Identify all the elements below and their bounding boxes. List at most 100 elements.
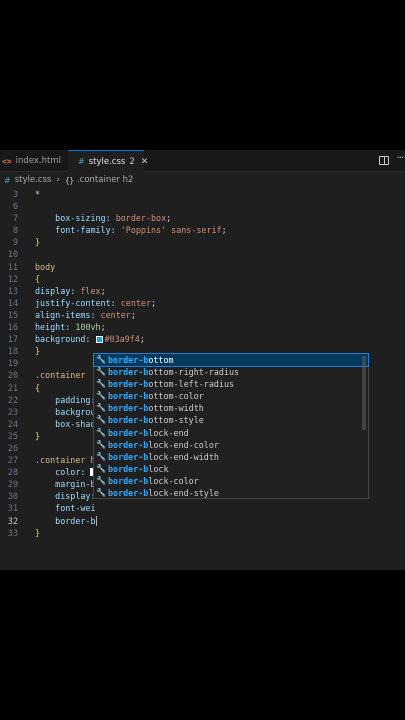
code-editor: <> index.html # style.css 2 ✕ ··· # styl… xyxy=(0,150,405,570)
suggestion-item[interactable]: 🔧 border-block-end xyxy=(94,427,368,439)
line-number: 10 xyxy=(7,249,18,260)
code-line: 16 height: 100vh; xyxy=(0,321,405,333)
property-icon: 🔧 xyxy=(96,439,106,449)
property-icon: 🔧 xyxy=(96,463,106,473)
line-number: 17 xyxy=(7,334,18,345)
css-value: center xyxy=(100,309,131,320)
property-icon: 🔧 xyxy=(96,391,106,401)
css-property: margin-b xyxy=(55,479,96,490)
line-number: 6 xyxy=(12,201,18,212)
split-editor-icon[interactable] xyxy=(379,156,389,165)
code-line: 13 display: flex; xyxy=(0,285,405,297)
line-number: 9 xyxy=(12,237,18,248)
css-value: 100vh xyxy=(75,322,101,333)
property-icon: 🔧 xyxy=(96,427,106,437)
suggestion-scrollbar[interactable] xyxy=(362,356,366,430)
css-value: 'Poppins' xyxy=(120,225,167,236)
line-number: 19 xyxy=(7,358,18,369)
css-property: color: xyxy=(55,467,86,478)
code-text: { xyxy=(35,382,41,393)
css-selector: .container xyxy=(35,370,86,381)
css-value: #03a9f4 xyxy=(104,334,140,345)
problems-count: 2 xyxy=(129,156,135,167)
property-icon: 🔧 xyxy=(96,403,106,413)
code-line-active: 32 border-b xyxy=(0,515,405,527)
code-line: 6 xyxy=(0,200,405,212)
code-text: { xyxy=(35,273,41,284)
suggestion-item[interactable]: 🔧 border-block-end-style xyxy=(94,487,368,499)
code-line: 12 { xyxy=(0,273,405,285)
code-line: 17 background: #03a9f4; xyxy=(0,333,405,345)
line-number: 23 xyxy=(7,406,18,417)
suggestion-item[interactable]: 🔧 border-bottom xyxy=(93,352,369,368)
css-property: align-items xyxy=(35,309,91,320)
tab-label: index.html xyxy=(15,156,61,166)
property-icon: 🔧 xyxy=(96,379,106,389)
breadcrumb-file[interactable]: style.css xyxy=(15,175,52,185)
chevron-right-icon: › xyxy=(56,175,60,185)
line-number: 12 xyxy=(7,273,18,284)
line-number: 26 xyxy=(7,442,18,453)
suggestion-item[interactable]: 🔧 border-bottom-right-radius xyxy=(94,366,368,378)
line-number: 30 xyxy=(7,491,18,502)
line-number: 32 xyxy=(7,515,18,526)
css-property: background xyxy=(35,334,86,345)
css-property: box-sizing xyxy=(55,213,106,224)
code-text: } xyxy=(35,346,41,357)
css-value: center xyxy=(120,297,151,308)
property-icon: 🔧 xyxy=(96,488,106,498)
line-number: 33 xyxy=(7,527,18,538)
suggestion-item[interactable]: 🔧 border-bottom-color xyxy=(94,390,368,402)
property-icon: 🔧 xyxy=(96,475,106,485)
suggestion-item[interactable]: 🔧 border-bottom-left-radius xyxy=(94,378,368,390)
code-text: } xyxy=(35,430,41,441)
line-number: 14 xyxy=(7,297,18,308)
line-number: 3 xyxy=(12,189,18,199)
tab-index-html[interactable]: <> index.html xyxy=(0,150,61,172)
css-property: justify-content xyxy=(35,297,111,308)
css-selector: .container h xyxy=(35,455,96,466)
text-cursor xyxy=(95,515,97,526)
property-icon: 🔧 xyxy=(96,355,106,364)
line-number: 15 xyxy=(7,309,18,320)
code-line: 14 justify-content: center; xyxy=(0,297,405,309)
line-number: 22 xyxy=(7,394,18,405)
css-property: padding: xyxy=(55,394,96,405)
code-line: 7 box-sizing: border-box; xyxy=(0,212,405,224)
css-property: backgrou xyxy=(55,406,96,417)
suggestion-item[interactable]: 🔧 border-block xyxy=(94,463,368,475)
property-icon: 🔧 xyxy=(96,367,106,377)
autocomplete-list: 🔧 border-bottom 🔧 border-bottom-right-radi… xyxy=(93,352,369,499)
more-actions-icon[interactable]: ··· xyxy=(396,153,403,164)
symbol-icon: {} xyxy=(64,175,74,185)
breadcrumb: # style.css › {} .container h2 xyxy=(0,172,405,188)
line-number: 8 xyxy=(12,225,18,236)
code-text: } xyxy=(35,237,41,248)
suggestion-item[interactable]: 🔧 border-block-color xyxy=(94,475,368,487)
tab-style-css[interactable]: # style.css 2 ✕ xyxy=(68,150,148,172)
code-line: 3 * xyxy=(0,188,405,200)
css-property: box-shad xyxy=(55,418,96,429)
html-file-icon: <> xyxy=(2,156,12,166)
suggestion-item[interactable]: 🔧 border-bottom-style xyxy=(94,414,368,426)
code-line: 10 xyxy=(0,248,405,260)
code-line: 9} xyxy=(0,236,405,248)
property-icon: 🔧 xyxy=(96,451,106,461)
line-number: 16 xyxy=(7,322,18,333)
css-value: flex xyxy=(80,285,101,296)
suggestion-item[interactable]: 🔧 border-block-end-color xyxy=(94,439,368,451)
line-number: 20 xyxy=(7,370,18,381)
color-swatch-icon[interactable] xyxy=(95,336,103,344)
code-line: 15 align-items: center; xyxy=(0,309,405,321)
line-number: 18 xyxy=(7,346,18,357)
css-value: border-box xyxy=(115,213,167,224)
line-number: 24 xyxy=(7,418,18,429)
css-property: font-wei xyxy=(55,503,96,514)
css-property: height xyxy=(35,322,66,333)
breadcrumb-symbol[interactable]: .container h2 xyxy=(77,175,133,185)
close-icon[interactable]: ✕ xyxy=(141,157,149,167)
suggestion-item[interactable]: 🔧 border-bottom-width xyxy=(94,402,368,414)
suggestion-item[interactable]: 🔧 border-block-end-width xyxy=(94,451,368,463)
line-number: 25 xyxy=(7,430,18,441)
css-file-icon: # xyxy=(78,157,85,166)
